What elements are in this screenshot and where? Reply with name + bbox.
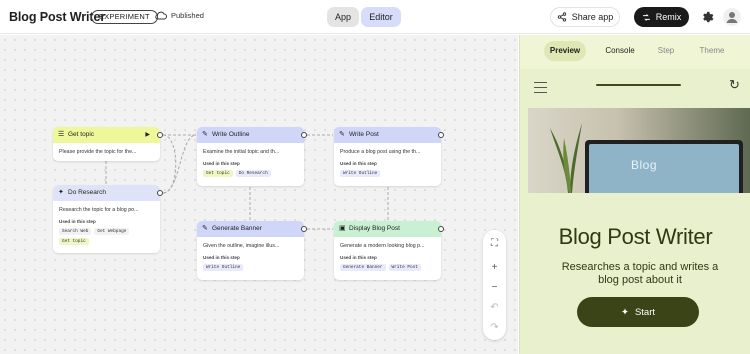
chip-search-web: Search Web [59,228,92,235]
experiment-badge: EXPERIMENT [91,10,158,24]
node-write-outline[interactable]: ✎ Write Outline Examine the initial topi… [197,127,304,186]
input-icon: ☰ [58,131,65,138]
progress-bar [596,84,681,86]
tab-console[interactable]: Console [600,41,640,61]
chip-write-outline: Write Outline [203,264,244,271]
app-mode-button[interactable]: App [327,7,359,27]
node-write-post[interactable]: ✎ Write Post Produce a blog post using t… [334,127,441,186]
share-icon [557,12,566,22]
generate-icon: ✎ [202,131,208,138]
play-icon[interactable]: ▶ [145,127,150,143]
editor-mode-button[interactable]: Editor [361,7,401,27]
node-generate-banner[interactable]: ✎ Generate Banner Given the outline, ima… [197,221,304,280]
preview-app-subtitle: Researches a topic and writes a blog pos… [561,261,719,286]
output-port[interactable] [157,190,163,196]
node-header: ☰ Get topic ▶ [53,127,160,143]
chip-get-webpage: Get Webpage [94,228,130,235]
node-description: Research the topic for a blog po... [59,207,139,213]
node-description: Please provide the topic for the... [59,149,137,155]
redo-icon[interactable]: ↷ [483,322,506,333]
node-title: Write Outline [212,131,250,138]
used-label: Used in this step [340,255,377,260]
output-port[interactable] [438,226,444,232]
hero-image: Blog [528,108,750,193]
zoom-out-icon[interactable]: − [483,282,506,293]
node-description: Generate a modern looking blog p... [340,243,425,249]
output-port[interactable] [438,132,444,138]
publish-status[interactable]: Published [155,11,204,20]
sparkle-icon: ✦ [620,306,629,318]
plant-illustration [550,123,582,193]
remix-button[interactable]: Remix [634,7,689,27]
node-header: ✎ Generate Banner [197,221,304,237]
node-get-topic[interactable]: ☰ Get topic ▶ Please provide the topic f… [53,127,160,161]
node-title: Get topic [68,131,95,138]
display-icon: ▣ [339,225,346,232]
node-title: Do Research [68,189,106,196]
generate-icon: ✎ [202,225,208,232]
sparkle-icon: ✦ [58,189,64,196]
remix-label: Remix [655,12,682,22]
node-display-blog-post[interactable]: ▣ Display Blog Post Generate a modern lo… [334,221,441,280]
panel-tabs: Preview Console Step Theme [520,35,750,67]
used-label: Used in this step [59,219,96,224]
preview-app-title: Blog Post Writer [558,224,713,249]
zoom-in-icon[interactable]: + [483,262,506,273]
share-app-label: Share app [571,12,614,22]
chip-get-topic: Get topic [59,238,89,245]
tab-preview[interactable]: Preview [544,41,586,61]
zoom-controls: ⛶ + − ↶ ↷ [483,230,506,340]
output-port[interactable] [301,226,307,232]
tab-step[interactable]: Step [651,41,681,61]
refresh-icon[interactable]: ↻ [729,77,740,93]
node-header: ✎ Write Post [334,127,441,143]
editor-canvas[interactable]: ☰ Get topic ▶ Please provide the topic f… [0,35,518,354]
start-label: Start [634,306,656,318]
gear-icon[interactable] [700,9,714,23]
publish-status-label: Published [171,11,204,20]
share-app-button[interactable]: Share app [550,7,620,27]
start-button[interactable]: ✦ Start [577,297,699,327]
undo-icon[interactable]: ↶ [483,302,506,313]
menu-icon[interactable] [534,82,547,96]
node-title: Write Post [349,131,379,138]
chip-write-post: Write Post [388,264,421,271]
user-icon [726,12,738,23]
node-description: Given the outline, imagine illus... [203,243,280,249]
fit-view-icon[interactable]: ⛶ [483,238,506,249]
used-label: Used in this step [340,161,377,166]
node-description: Produce a blog post using the th... [340,149,421,155]
remix-icon [642,13,650,21]
top-bar: Blog Post Writer EXPERIMENT Published Ap… [0,0,750,34]
laptop-illustration: Blog [585,140,743,193]
chip-write-outline: Write Outline [340,170,381,177]
node-title: Display Blog Post [349,225,400,232]
cloud-icon [155,11,167,20]
chip-generate-banner: Generate Banner [340,264,386,271]
node-header: ▣ Display Blog Post [334,221,441,237]
used-label: Used in this step [203,161,240,166]
output-port[interactable] [157,132,163,138]
output-port[interactable] [301,132,307,138]
node-description: Examine the initial topic and th... [203,149,280,155]
preview-panel: Preview Console Step Theme ↻ Blog Blog P… [519,35,750,354]
node-do-research[interactable]: ✦ Do Research Research the topic for a b… [53,185,160,253]
generate-icon: ✎ [339,131,345,138]
tab-theme[interactable]: Theme [694,41,730,61]
chip-do-research: Do Research [235,170,271,177]
node-title: Generate Banner [212,225,262,232]
hero-blog-word: Blog [630,158,658,172]
node-header: ✦ Do Research [53,185,160,201]
avatar[interactable] [723,8,741,26]
node-header: ✎ Write Outline [197,127,304,143]
used-label: Used in this step [203,255,240,260]
chip-get-topic: Get topic [203,170,233,177]
